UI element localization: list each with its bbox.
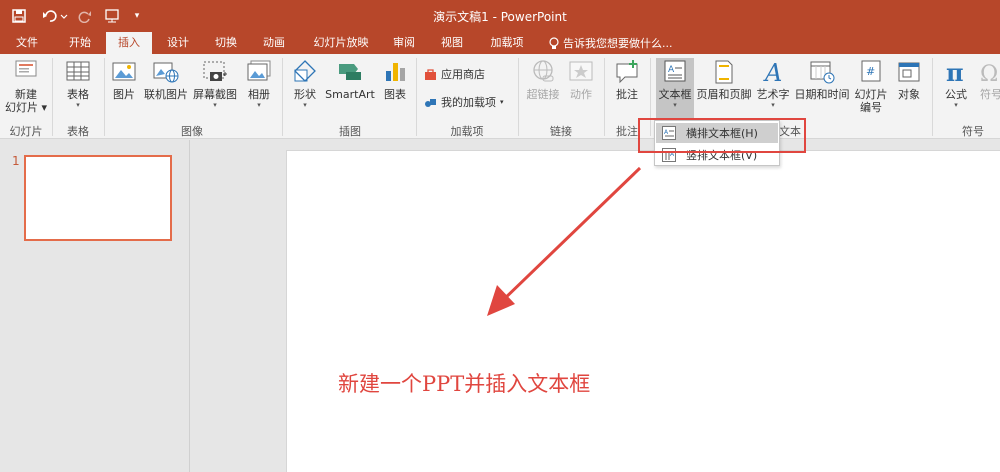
highlight-box (638, 118, 806, 153)
annotation-arrow (487, 166, 642, 316)
annotation-text: 新建一个PPT并插入文本框 (338, 372, 591, 396)
powerpoint-window: ▾ 演示文稿1 - PowerPoint 文件 开始 插入 设计 切换 动画 幻… (0, 0, 1000, 472)
